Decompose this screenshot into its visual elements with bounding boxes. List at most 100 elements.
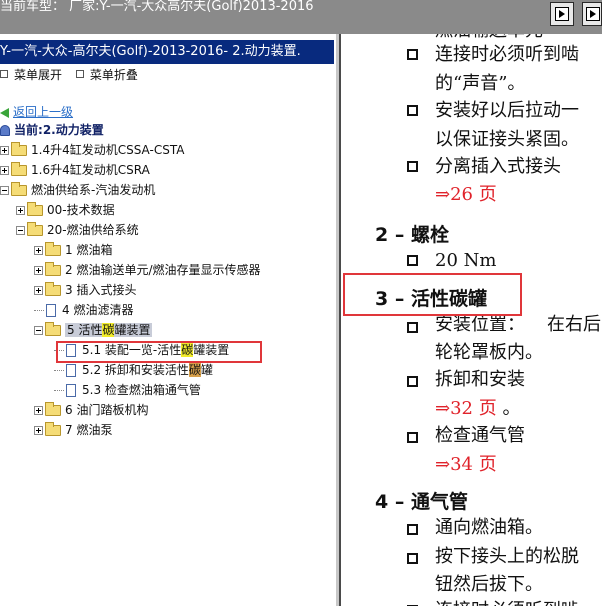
back-link[interactable]: 返回上一级 xyxy=(13,105,73,119)
annotation-box-tree xyxy=(56,341,262,363)
current-location-icon xyxy=(0,125,10,136)
expand-all-label: 菜单展开 xyxy=(14,68,63,82)
collapse-toggle-icon[interactable] xyxy=(16,226,25,235)
tree-item[interactable]: 4 燃油滤清器 xyxy=(34,300,133,320)
checkbox-bullet xyxy=(407,105,418,116)
expand-toggle-icon[interactable] xyxy=(0,166,9,175)
expand-toggle-icon[interactable] xyxy=(34,266,43,275)
selected-label: 5 活性碳罐装置 xyxy=(65,323,153,337)
expand-toggle-icon[interactable] xyxy=(34,406,43,415)
bullet-text: 检查通气管 xyxy=(435,425,525,446)
expand-toggle-icon[interactable] xyxy=(16,206,25,215)
tree-item[interactable]: 6 油门踏板机构 xyxy=(34,400,148,420)
window-title: 当前车型： 厂家:Y-一汽-大众高尔夫(Golf)2013-2016 xyxy=(0,0,314,14)
page-reference-link[interactable]: ⇒26 页 xyxy=(435,182,497,208)
folder-open-icon xyxy=(11,182,27,196)
expand-toggle-icon[interactable] xyxy=(34,286,43,295)
back-link-row[interactable]: 返回上一级 xyxy=(0,102,73,122)
tree-item-label: 1 燃油箱 xyxy=(65,243,113,257)
section-heading: 2 – 螺栓 xyxy=(375,224,449,246)
tree-item[interactable]: 1.4升4缸发动机CSSA-CSTA xyxy=(0,140,184,160)
bullet-text-part: 在右后 xyxy=(547,314,601,335)
tree-item-label: 5.2 拆卸和安装活性 xyxy=(82,363,189,377)
tree-item[interactable]: 1.6升4缸发动机CSRA xyxy=(0,160,150,180)
expand-toggle-icon[interactable] xyxy=(0,146,9,155)
checkbox-bullet xyxy=(407,255,418,266)
page-reference-link[interactable]: ⇒34 页 xyxy=(435,452,497,478)
bullet-text: 以保证接头紧固。 xyxy=(435,129,579,150)
tree-item-label: 00-技术数据 xyxy=(47,203,115,217)
expand-toggle-icon[interactable] xyxy=(34,426,43,435)
tree-item-label: 5.3 检查燃油箱通气管 xyxy=(82,383,201,397)
bullet-text: 连接时必须听到啮 xyxy=(435,598,579,606)
tree-item-label: 5 活性 xyxy=(67,323,103,337)
collapse-toggle-icon[interactable] xyxy=(34,326,43,335)
page-reference-link[interactable]: ⇒32 页 。 xyxy=(435,396,520,422)
tree-connector xyxy=(54,390,64,391)
tree-item-label: 罐 xyxy=(200,363,213,377)
bullet-text: 钮然后拔下。 xyxy=(435,574,543,595)
bullet-text: 按下接头上的松脱 xyxy=(435,546,579,567)
tree-item-label: 6 油门踏板机构 xyxy=(65,403,149,417)
tree-item[interactable]: 1 燃油箱 xyxy=(34,240,112,260)
checkbox-bullet xyxy=(407,376,418,387)
bullet-text: 连接时必须听到啮 xyxy=(435,44,579,65)
tree-item-label: 燃油供给系-汽油发动机 xyxy=(31,183,156,197)
bullet-text: 分离插入式接头 xyxy=(435,156,561,177)
navigation-panel: Y-一汽-大众-高尔夫(Golf)-2013-2016- 2.动力装置. 菜单展… xyxy=(0,34,339,606)
folder-icon xyxy=(45,262,61,276)
checkbox-bullet xyxy=(407,322,418,333)
document-icon xyxy=(46,304,56,317)
checkbox-bullet xyxy=(407,161,418,172)
tree-item[interactable]: 5.3 检查燃油箱通气管 xyxy=(54,380,201,400)
tree-item-label: 4 燃油滤清器 xyxy=(62,303,134,317)
bullet-text: 轮轮罩板内。 xyxy=(435,342,543,363)
current-label: 2.动力装置 xyxy=(42,123,104,137)
tree-item[interactable]: 7 燃油泵 xyxy=(34,420,112,440)
document-viewer: 燃油输送单元 连接时必须听到啮 的“声音”。 安装好以后拉动一 以保证接头紧固。… xyxy=(339,34,602,606)
document-icon xyxy=(66,384,76,397)
tree-item-label: 7 燃油泵 xyxy=(65,423,113,437)
collapse-all-button[interactable]: 菜单折叠 xyxy=(75,66,138,83)
nav-header: Y-一汽-大众-高尔夫(Golf)-2013-2016- 2.动力装置. xyxy=(0,40,334,64)
checkbox-bullet xyxy=(407,49,418,60)
toggle-panel-button[interactable] xyxy=(550,2,574,26)
tree-item-selected[interactable]: 5 活性碳罐装置 xyxy=(34,320,153,340)
tree-connector xyxy=(54,370,64,371)
collapse-toggle-icon[interactable] xyxy=(0,186,9,195)
next-page-button[interactable] xyxy=(582,2,602,26)
page-reference-text: ⇒32 页 xyxy=(435,398,497,419)
expand-all-button[interactable]: 菜单展开 xyxy=(0,66,62,83)
folder-icon xyxy=(45,242,61,256)
current-location: 当前:2.动力装置 xyxy=(0,120,104,140)
folder-open-icon xyxy=(45,322,61,336)
tree-item-label: 罐装置 xyxy=(114,323,151,337)
checkbox-bullet xyxy=(407,432,418,443)
tree-item-label: 1.4升4缸发动机CSSA-CSTA xyxy=(31,143,185,157)
expand-toggle-icon[interactable] xyxy=(34,246,43,255)
punctuation: 。 xyxy=(496,398,521,419)
tree-item[interactable]: 5.2 拆卸和安装活性碳罐 xyxy=(54,360,213,380)
folder-icon xyxy=(27,202,43,216)
bullet-text: 20 Nm xyxy=(435,250,497,271)
current-prefix: 当前: xyxy=(14,123,43,137)
tree-item-label: 2 燃油输送单元/燃油存量显示传感器 xyxy=(65,263,261,277)
tree-item[interactable]: 3 插入式接头 xyxy=(34,280,136,300)
bullet-text-part: 安装位置： xyxy=(435,314,525,335)
back-arrow-icon xyxy=(0,107,9,118)
menu-actions: 菜单展开 菜单折叠 xyxy=(0,66,148,83)
tree-item[interactable]: 燃油供给系-汽油发动机 xyxy=(0,180,155,200)
tree-item-label: 3 插入式接头 xyxy=(65,283,137,297)
document-icon xyxy=(66,364,76,377)
tree-item-label: 1.6升4缸发动机CSRA xyxy=(31,163,150,177)
collapse-all-label: 菜单折叠 xyxy=(89,68,138,82)
search-highlight: 碳 xyxy=(188,363,201,377)
tree-item[interactable]: 20-燃油供给系统 xyxy=(16,220,139,240)
bullet-text: 安装好以后拉动一 xyxy=(435,100,579,121)
tree-item[interactable]: 2 燃油输送单元/燃油存量显示传感器 xyxy=(34,260,261,280)
section-heading: 4 – 通气管 xyxy=(375,491,468,513)
expand-icon xyxy=(0,70,8,78)
bullet-text: 的“声音”。 xyxy=(435,73,526,94)
folder-icon xyxy=(45,282,61,296)
tree-item[interactable]: 00-技术数据 xyxy=(16,200,115,220)
